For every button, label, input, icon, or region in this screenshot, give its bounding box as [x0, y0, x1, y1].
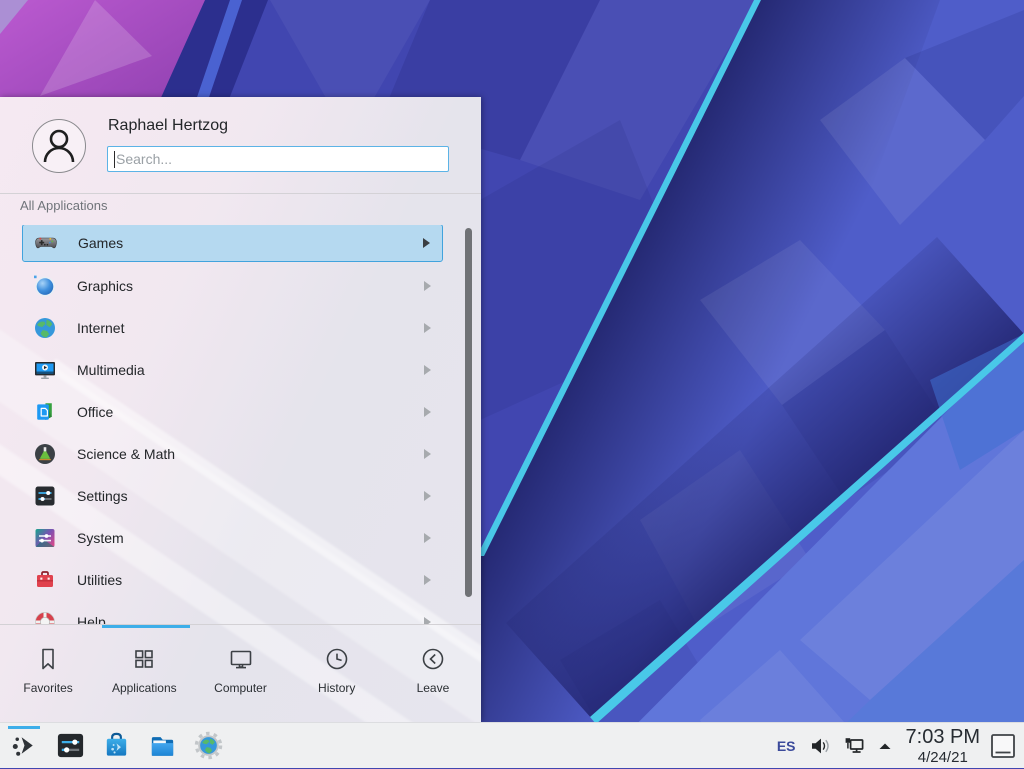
- graphics-sphere-icon: [33, 274, 57, 298]
- history-clock-icon: [323, 645, 351, 673]
- network-icon[interactable]: [842, 734, 866, 758]
- search-box[interactable]: [107, 146, 449, 172]
- dolphin-folder-icon: [147, 730, 178, 761]
- office-documents-icon: [33, 400, 57, 424]
- digital-clock[interactable]: 7:03 PM 4/24/21: [906, 727, 980, 765]
- text-caret: [114, 151, 115, 168]
- taskbar-apps: [0, 726, 226, 766]
- launcher-tabbar: Favorites Applications Computer: [0, 631, 481, 721]
- clock-date: 4/24/21: [906, 750, 980, 765]
- tab-leave[interactable]: Leave: [385, 631, 481, 721]
- submenu-arrow-icon: [424, 365, 431, 375]
- gamepad-icon: [34, 231, 58, 255]
- header-separator: [0, 193, 481, 194]
- tab-favorites[interactable]: Favorites: [0, 631, 96, 721]
- list-scrollbar[interactable]: [465, 228, 472, 597]
- tab-history[interactable]: History: [289, 631, 385, 721]
- web-browser-button[interactable]: [190, 726, 226, 766]
- multimedia-monitor-icon: [33, 358, 57, 382]
- active-tab-indicator: [102, 625, 190, 628]
- submenu-arrow-icon: [424, 323, 431, 333]
- submenu-arrow-icon: [424, 281, 431, 291]
- discover-button[interactable]: [98, 726, 134, 766]
- bookmark-icon: [34, 645, 62, 673]
- category-multimedia[interactable]: Multimedia: [22, 352, 443, 388]
- system-sliders-icon: [33, 526, 57, 550]
- app-grid-icon: [130, 645, 158, 673]
- category-science-math[interactable]: Science & Math: [22, 436, 443, 472]
- category-internet[interactable]: Internet: [22, 310, 443, 346]
- launcher-header: Raphael Hertzog: [0, 97, 481, 193]
- leave-back-icon: [419, 645, 447, 673]
- category-help[interactable]: Help: [22, 604, 443, 624]
- search-input[interactable]: [108, 147, 448, 171]
- submenu-arrow-icon: [424, 575, 431, 585]
- submenu-arrow-icon: [424, 407, 431, 417]
- submenu-arrow-icon: [424, 449, 431, 459]
- user-name: Raphael Hertzog: [108, 117, 228, 135]
- submenu-arrow-icon: [423, 238, 430, 248]
- globe-icon: [33, 316, 57, 340]
- tab-computer[interactable]: Computer: [192, 631, 288, 721]
- globe-gear-icon: [193, 730, 224, 761]
- active-app-indicator: [8, 726, 40, 729]
- application-launcher-menu: Raphael Hertzog All Applications Game: [0, 97, 481, 722]
- expand-tray-caret-icon[interactable]: [876, 737, 894, 755]
- system-settings-icon: [55, 730, 86, 761]
- computer-monitor-icon: [227, 645, 255, 673]
- submenu-arrow-icon: [424, 491, 431, 501]
- science-flask-icon: [33, 442, 57, 466]
- application-launcher-button[interactable]: [6, 726, 42, 766]
- taskbar-panel: ES 7:03 PM 4/24/21: [0, 722, 1024, 768]
- system-tray: ES 7:03 PM 4/24/21: [777, 723, 1018, 769]
- show-desktop-button[interactable]: [990, 732, 1016, 760]
- submenu-arrow-icon: [424, 533, 431, 543]
- utilities-toolbox-icon: [33, 568, 57, 592]
- category-system[interactable]: System: [22, 520, 443, 556]
- tab-applications[interactable]: Applications: [96, 631, 192, 721]
- clock-time: 7:03 PM: [906, 727, 980, 747]
- kde-launcher-icon: [9, 730, 40, 761]
- category-graphics[interactable]: Graphics: [22, 268, 443, 304]
- file-manager-button[interactable]: [144, 726, 180, 766]
- volume-icon[interactable]: [808, 734, 832, 758]
- category-games[interactable]: Games: [22, 225, 443, 262]
- submenu-arrow-icon: [424, 617, 431, 624]
- system-settings-button[interactable]: [52, 726, 88, 766]
- category-office[interactable]: Office: [22, 394, 443, 430]
- user-avatar[interactable]: [32, 119, 86, 173]
- category-utilities[interactable]: Utilities: [22, 562, 443, 598]
- category-list: Games Graphics Internet: [0, 225, 481, 624]
- discover-bag-icon: [101, 730, 132, 761]
- section-label: All Applications: [20, 198, 107, 213]
- user-avatar-icon: [33, 120, 85, 172]
- keyboard-layout-indicator[interactable]: ES: [777, 738, 796, 754]
- help-lifering-icon: [33, 610, 57, 624]
- settings-sliders-icon: [33, 484, 57, 508]
- tabbar-separator: [0, 624, 481, 625]
- category-settings[interactable]: Settings: [22, 478, 443, 514]
